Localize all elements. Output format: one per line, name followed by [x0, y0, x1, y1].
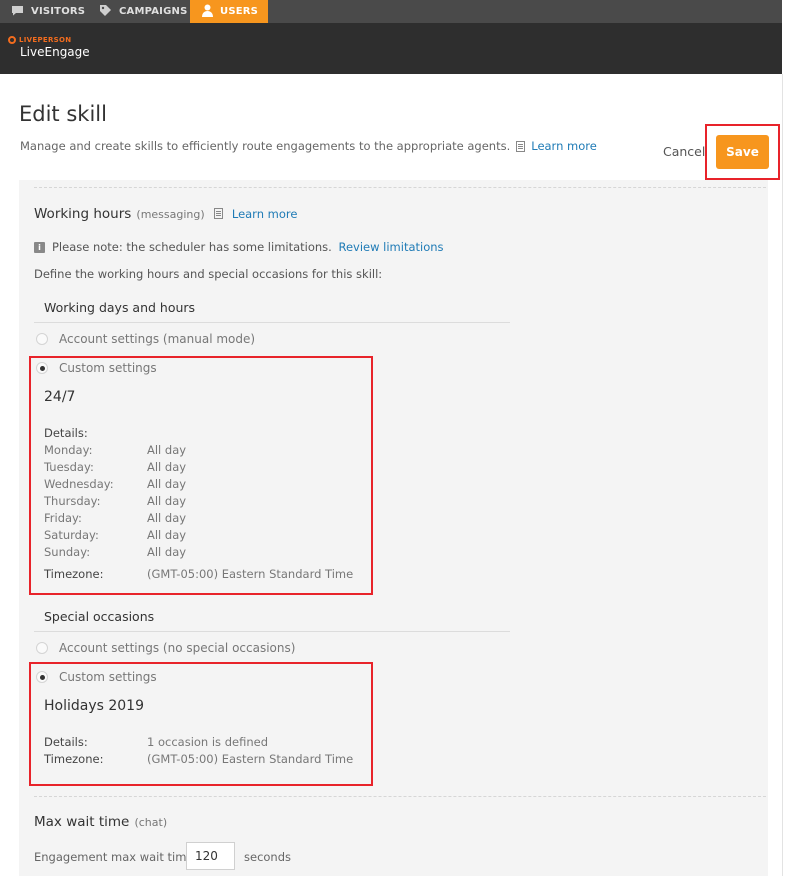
subtitle-text: Manage and create skills to efficiently …	[20, 139, 511, 153]
special-account-settings-label: Account settings (no special occasions)	[59, 641, 296, 655]
working-hours-title: Working hours	[34, 206, 132, 222]
special-timezone-label: Timezone:	[44, 752, 104, 766]
speech-bubble-icon	[11, 5, 24, 19]
tab-campaigns[interactable]: CAMPAIGNS	[99, 0, 187, 23]
page-subtitle: Manage and create skills to efficiently …	[20, 139, 597, 153]
learn-more-link[interactable]: Learn more	[531, 139, 597, 153]
divider	[34, 631, 510, 632]
day-label-saturday: Saturday:	[44, 528, 99, 542]
working-hours-heading: Working hours (messaging) Learn more	[34, 203, 297, 222]
day-value-monday: All day	[147, 443, 187, 457]
tab-visitors[interactable]: VISITORS	[11, 0, 85, 23]
divider	[34, 796, 766, 797]
day-label-sunday: Sunday:	[44, 545, 91, 559]
divider	[34, 322, 510, 323]
day-label-wednesday: Wednesday:	[44, 477, 114, 491]
max-wait-input[interactable]: 120	[186, 842, 235, 870]
special-custom-settings-radio[interactable]	[36, 671, 48, 683]
tab-visitors-label: VISITORS	[31, 6, 86, 17]
account-settings-label: Account settings (manual mode)	[59, 332, 256, 346]
day-value-saturday: All day	[147, 528, 187, 542]
special-details-label: Details:	[44, 735, 88, 749]
day-label-monday: Monday:	[44, 443, 93, 457]
user-icon	[202, 4, 213, 20]
scheduler-note: i Please note: the scheduler has some lim…	[34, 240, 444, 254]
page-title: Edit skill	[19, 102, 107, 126]
tag-icon	[99, 4, 112, 20]
special-account-settings-radio[interactable]	[36, 642, 48, 654]
custom-settings-label: Custom settings	[59, 361, 157, 375]
day-label-friday: Friday:	[44, 511, 82, 525]
timezone-value: (GMT-05:00) Eastern Standard Time	[147, 567, 354, 581]
day-label-tuesday: Tuesday:	[44, 460, 94, 474]
day-value-sunday: All day	[147, 545, 187, 559]
top-navigation: VISITORS CAMPAIGNS USERS	[0, 0, 782, 23]
special-timezone-value: (GMT-05:00) Eastern Standard Time	[147, 752, 354, 766]
divider	[782, 74, 783, 876]
special-custom-settings-label: Custom settings	[59, 670, 157, 684]
define-text: Define the working hours and special occ…	[34, 267, 383, 281]
tab-users[interactable]: USERS	[190, 0, 268, 23]
timezone-label: Timezone:	[44, 567, 104, 581]
brand-bar: LIVEPERSON LiveEngage	[0, 23, 782, 74]
special-details-value: 1 occasion is defined	[147, 735, 268, 749]
working-hours-qualifier: (messaging)	[136, 208, 205, 221]
schedule-name: 24/7	[44, 389, 76, 405]
day-label-thursday: Thursday:	[44, 494, 101, 508]
custom-settings-radio[interactable]	[36, 362, 48, 374]
day-value-friday: All day	[147, 511, 187, 525]
max-wait-unit: seconds	[244, 850, 292, 864]
day-value-tuesday: All day	[147, 460, 187, 474]
liveperson-logo-icon	[8, 36, 16, 44]
working-hours-learn-more-link[interactable]: Learn more	[232, 207, 298, 221]
save-button[interactable]: Save	[716, 135, 769, 169]
tab-campaigns-label: CAMPAIGNS	[119, 6, 188, 17]
day-value-thursday: All day	[147, 494, 187, 508]
document-icon	[213, 208, 223, 219]
max-wait-heading: Max wait time (chat)	[34, 811, 167, 830]
cancel-button[interactable]: Cancel	[663, 144, 705, 159]
special-occasion-name: Holidays 2019	[44, 698, 144, 714]
account-settings-radio[interactable]	[36, 333, 48, 345]
scheduler-note-text: Please note: the scheduler has some limi…	[52, 240, 332, 254]
details-label: Details:	[44, 426, 88, 440]
working-days-heading: Working days and hours	[44, 300, 196, 315]
document-icon	[516, 140, 526, 152]
liveperson-logo: LIVEPERSON	[8, 36, 71, 44]
review-limitations-link[interactable]: Review limitations	[338, 240, 443, 254]
liveengage-logo: LiveEngage	[20, 45, 90, 59]
divider	[34, 187, 766, 188]
day-value-wednesday: All day	[147, 477, 187, 491]
special-occasions-heading: Special occasions	[44, 609, 155, 624]
max-wait-field-label: Engagement max wait time	[34, 850, 194, 864]
tab-users-label: USERS	[220, 6, 259, 17]
info-icon: i	[34, 242, 45, 253]
max-wait-title: Max wait time	[34, 814, 130, 830]
working-hours-highlight-box	[29, 356, 373, 595]
max-wait-qualifier: (chat)	[134, 816, 168, 829]
